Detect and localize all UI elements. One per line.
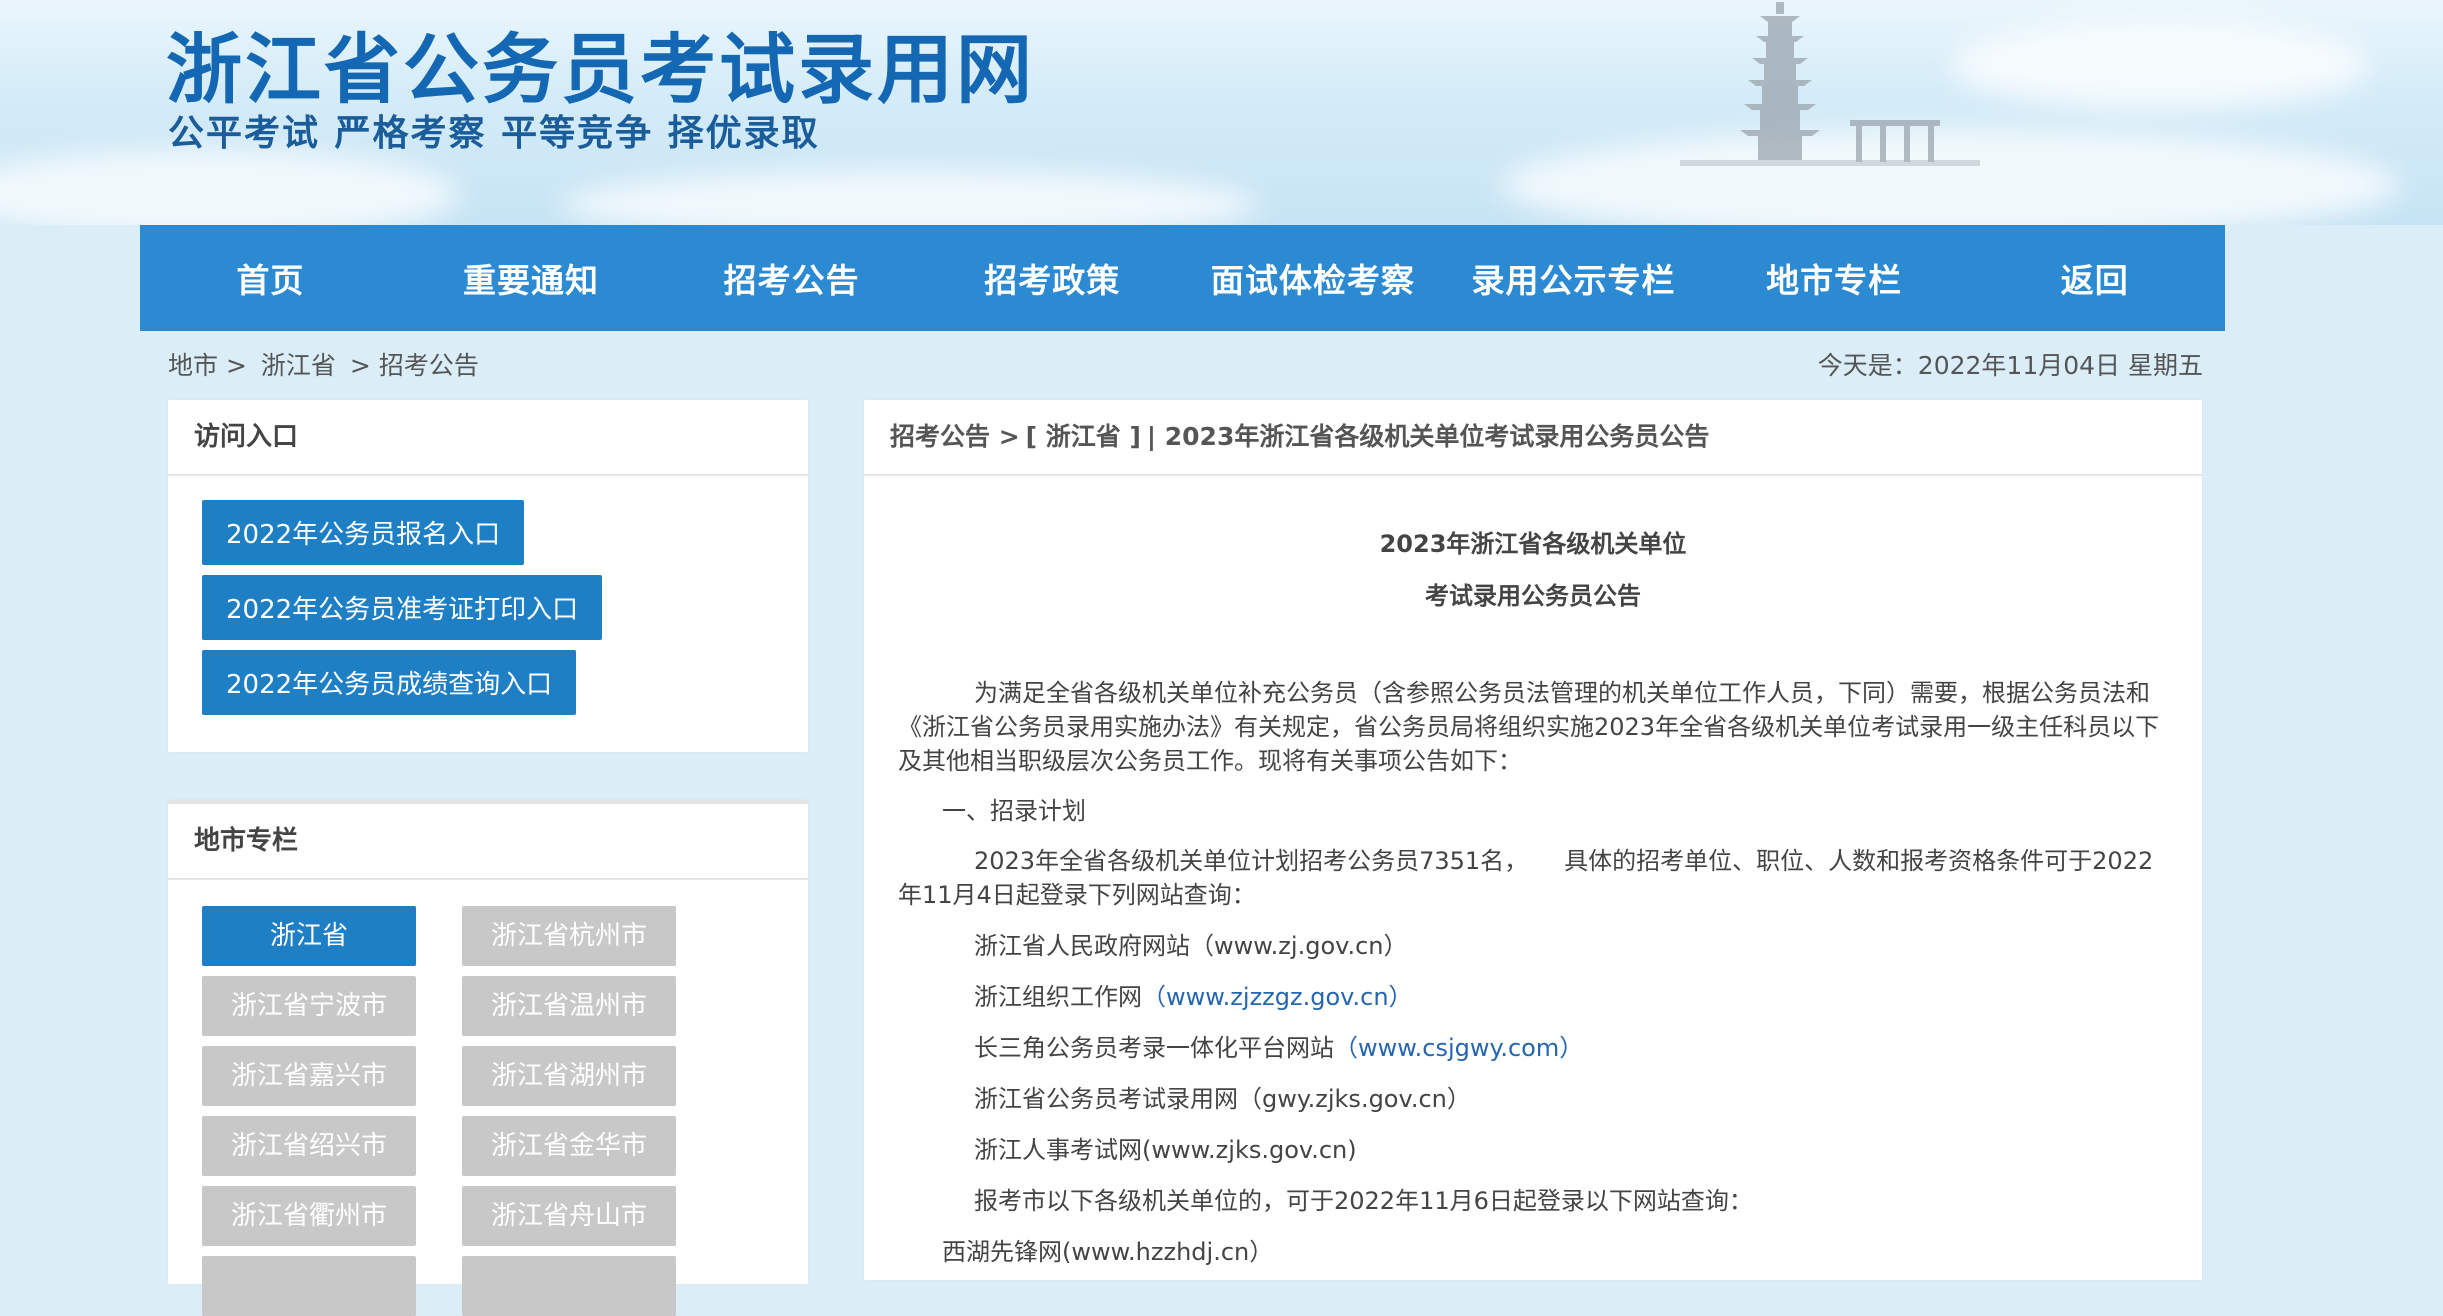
site-item: 长三角公务员考录一体化平台网站（www.csjgwy.com） xyxy=(898,1031,2172,1065)
nav-recruitment-announcements[interactable]: 招考公告 xyxy=(661,225,922,331)
breadcrumb: 地市 > 浙江省 > 招考公告 xyxy=(168,346,493,382)
article-body: 为满足全省各级机关单位补充公务员（含参照公务员法管理的机关单位工作人员，下同）需… xyxy=(898,676,2172,1269)
breadcrumb-current[interactable]: > 招考公告 xyxy=(350,351,479,380)
site-header: 浙江省公务员考试录用网 公平考试 严格考察 平等竞争 择优录取 xyxy=(0,0,2443,225)
city-ningbo-button[interactable]: 浙江省宁波市 xyxy=(202,976,416,1036)
breadcrumb-bar: 地市 > 浙江省 > 招考公告 今天是：2022年11月04日 星期五 xyxy=(168,340,2203,382)
score-query-button[interactable]: 2022年公务员成绩查询入口 xyxy=(202,650,577,715)
recruitment-plan: 2023年全省各级机关单位计划招考公务员7351名， 具体的招考单位、职位、人数… xyxy=(898,847,2154,909)
site-link[interactable]: （www.zjzzgz.gov.cn） xyxy=(1142,983,1413,1011)
city-jiaxing-button[interactable]: 浙江省嘉兴市 xyxy=(202,1046,416,1106)
nav-hiring-publicity[interactable]: 录用公示专栏 xyxy=(1443,225,1704,331)
site-name: 浙江省公务员考试录用网 xyxy=(974,1085,1238,1113)
site-item: 浙江组织工作网（www.zjzzgz.gov.cn） xyxy=(898,980,2172,1014)
city-partial-button[interactable] xyxy=(202,1256,416,1316)
cloud-decoration xyxy=(0,150,460,225)
access-list: 2022年公务员报名入口 2022年公务员准考证打印入口 2022年公务员成绩查… xyxy=(168,476,808,715)
nav-home[interactable]: 首页 xyxy=(140,225,401,331)
city-query-site: 西湖先锋网(www.hzzhdj.cn） xyxy=(942,1238,1274,1266)
site-link[interactable]: （www.csjgwy.com） xyxy=(1334,1034,1583,1062)
article-path-province[interactable]: [ 浙江省 ] xyxy=(1026,422,1141,451)
site-name: 长三角公务员考录一体化平台网站 xyxy=(974,1034,1334,1062)
city-panel-heading: 地市专栏 xyxy=(168,804,808,880)
city-zhoushan-button[interactable]: 浙江省舟山市 xyxy=(462,1186,676,1246)
today-date: 今天是：2022年11月04日 星期五 xyxy=(1817,351,2203,380)
section-heading: 一、招录计划 xyxy=(942,797,1086,825)
site-name: 浙江省人民政府网站 xyxy=(974,932,1190,960)
nav-back[interactable]: 返回 xyxy=(1964,225,2225,331)
site-item: 浙江省公务员考试录用网（gwy.zjks.gov.cn） xyxy=(898,1082,2172,1116)
city-jinhua-button[interactable]: 浙江省金华市 xyxy=(462,1116,676,1176)
pagoda-illustration xyxy=(1680,2,1980,166)
main-nav: 首页 重要通知 招考公告 招考政策 面试体检考察 录用公示专栏 地市专栏 返回 xyxy=(140,225,2225,331)
site-name: 浙江组织工作网 xyxy=(974,983,1142,1011)
access-panel: 访问入口 2022年公务员报名入口 2022年公务员准考证打印入口 2022年公… xyxy=(168,400,808,752)
city-huzhou-button[interactable]: 浙江省湖州市 xyxy=(462,1046,676,1106)
site-slogan: 公平考试 严格考察 平等竞争 择优录取 xyxy=(168,113,820,154)
article-title-line1: 2023年浙江省各级机关单位 xyxy=(1379,530,1687,558)
registration-entry-button[interactable]: 2022年公务员报名入口 xyxy=(202,500,525,565)
city-shaoxing-button[interactable]: 浙江省绍兴市 xyxy=(202,1116,416,1176)
article-path-title: | 2023年浙江省各级机关单位考试录用公务员公告 xyxy=(1146,422,1710,451)
article-panel: 招考公告 >[ 浙江省 ] | 2023年浙江省各级机关单位考试录用公务员公告 2… xyxy=(864,400,2202,1280)
city-zhejiang-button[interactable]: 浙江省 xyxy=(202,906,416,966)
cloud-decoration xyxy=(1950,20,2370,110)
city-wenzhou-button[interactable]: 浙江省温州市 xyxy=(462,976,676,1036)
nav-important-notices[interactable]: 重要通知 xyxy=(401,225,662,331)
city-query-note: 报考市以下各级机关单位的，可于2022年11月6日起登录以下网站查询： xyxy=(974,1187,1753,1215)
city-hangzhou-button[interactable]: 浙江省杭州市 xyxy=(462,906,676,966)
nav-city-column[interactable]: 地市专栏 xyxy=(1704,225,1965,331)
article-path-category[interactable]: 招考公告 > xyxy=(890,422,1020,451)
site-url: （www.zj.gov.cn） xyxy=(1190,932,1408,960)
site-title: 浙江省公务员考试录用网 xyxy=(166,25,1035,114)
city-partial-button[interactable] xyxy=(462,1256,676,1316)
site-url: (www.zjks.gov.cn) xyxy=(1142,1136,1357,1164)
site-item: 浙江省人民政府网站（www.zj.gov.cn） xyxy=(898,929,2172,963)
city-quzhou-button[interactable]: 浙江省衢州市 xyxy=(202,1186,416,1246)
nav-interview-exam[interactable]: 面试体检考察 xyxy=(1183,225,1444,331)
site-name: 浙江人事考试网 xyxy=(974,1136,1142,1164)
breadcrumb-city[interactable]: 地市 > xyxy=(168,351,247,380)
city-panel: 地市专栏 浙江省 浙江省杭州市 浙江省宁波市 浙江省温州市 浙江省嘉兴市 浙江省… xyxy=(168,800,808,1316)
access-panel-heading: 访问入口 xyxy=(168,400,808,476)
city-grid: 浙江省 浙江省杭州市 浙江省宁波市 浙江省温州市 浙江省嘉兴市 浙江省湖州市 浙… xyxy=(168,880,808,1316)
article-intro: 为满足全省各级机关单位补充公务员（含参照公务员法管理的机关单位工作人员，下同）需… xyxy=(898,679,2160,775)
cloud-decoration xyxy=(560,170,1260,225)
breadcrumb-province[interactable]: 浙江省 xyxy=(261,351,336,380)
site-item: 浙江人事考试网(www.zjks.gov.cn) xyxy=(898,1133,2172,1167)
nav-recruitment-policy[interactable]: 招考政策 xyxy=(922,225,1183,331)
article-path: 招考公告 >[ 浙江省 ] | 2023年浙江省各级机关单位考试录用公务员公告 xyxy=(864,400,2202,476)
article-title-line2: 考试录用公务员公告 xyxy=(1425,582,1641,610)
admission-ticket-print-button[interactable]: 2022年公务员准考证打印入口 xyxy=(202,575,603,640)
site-url: （gwy.zjks.gov.cn） xyxy=(1238,1085,1471,1113)
